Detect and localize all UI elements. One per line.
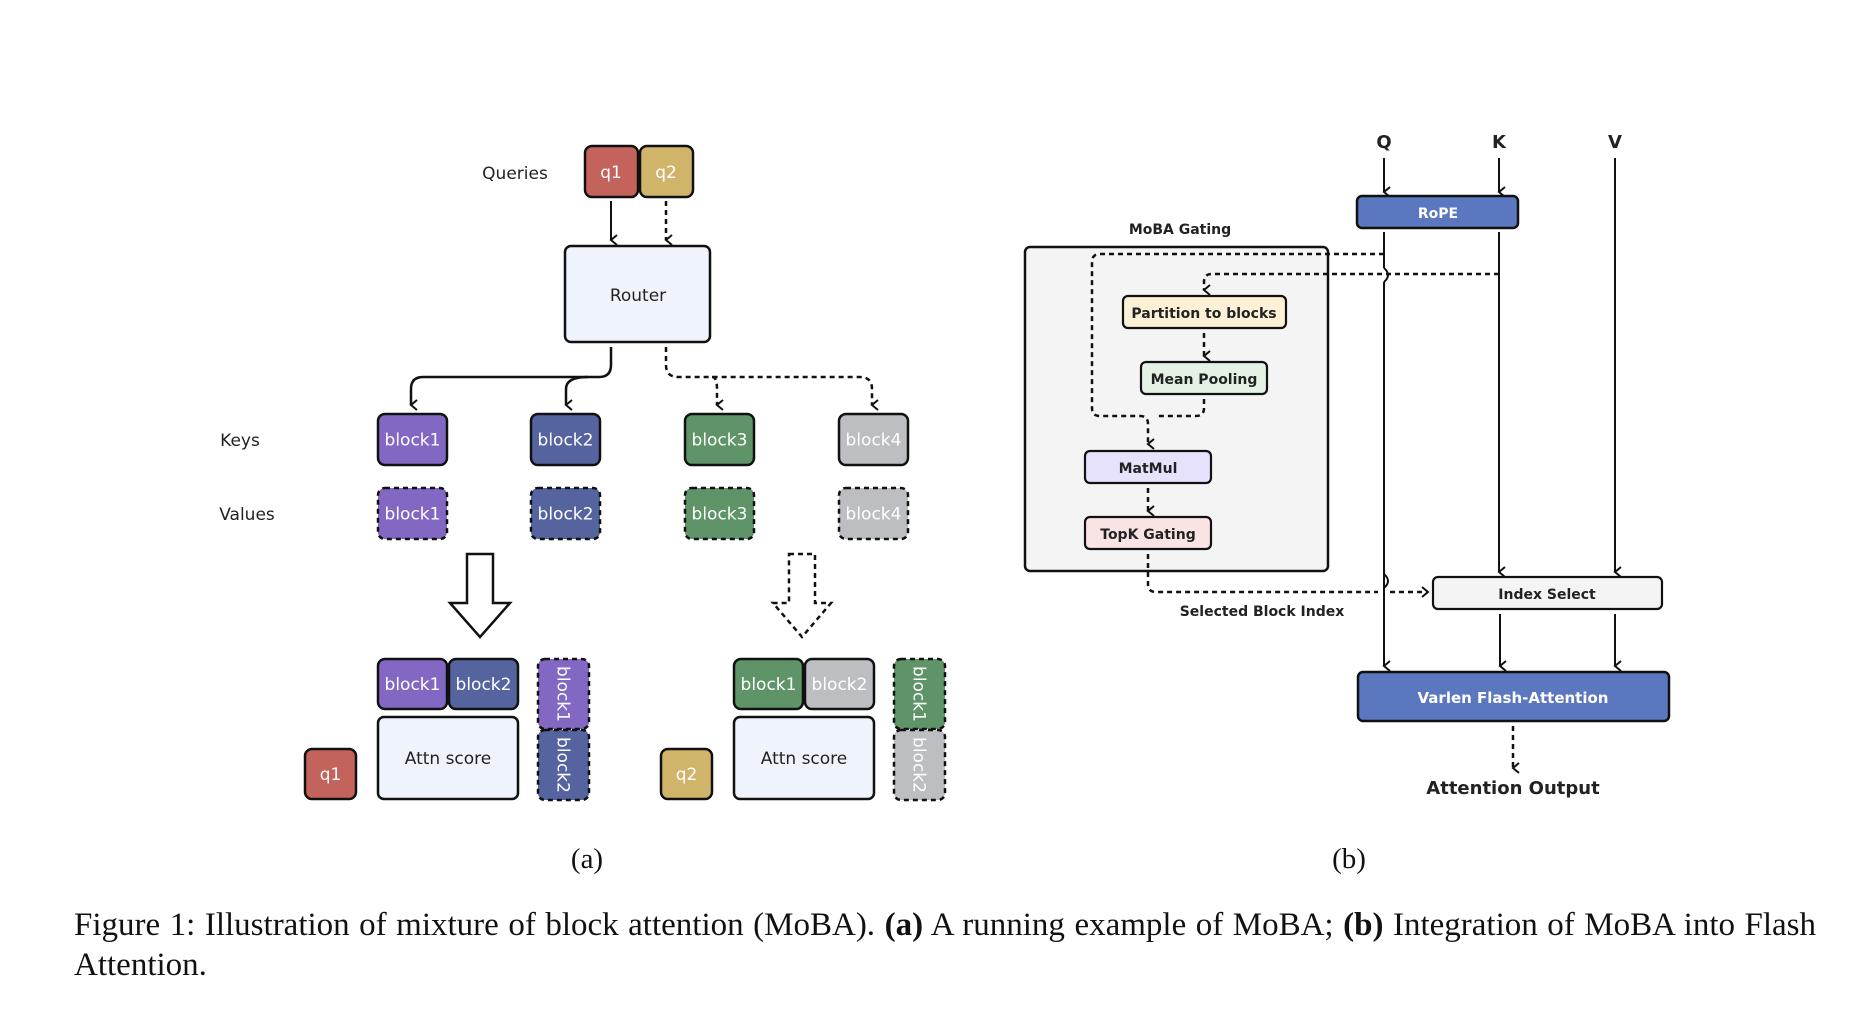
key-block-1-label: block1 — [385, 431, 441, 451]
panel-a: Queries q1 q2 Router Keys Values block1 b… — [219, 144, 947, 875]
result-q1-value-block-1: block1 — [536, 657, 591, 731]
value-block-2: block2 — [529, 486, 602, 541]
key-block-2: block2 — [529, 412, 602, 467]
result-q1-attn-score: Attn score — [376, 715, 520, 801]
attention-output-label: Attention Output — [1426, 778, 1600, 799]
selected-flow-arrow-dashed — [770, 552, 834, 639]
moba-figure: Queries q1 q2 Router Keys Values block1 b… — [219, 132, 1671, 875]
result-q1-value-block-2-label: block2 — [553, 737, 573, 793]
gating-step-partition: Partition to blocks — [1121, 294, 1288, 330]
result-q2-key-block-2: block2 — [803, 657, 876, 711]
selected-index-label: Selected Block Index — [1180, 604, 1345, 620]
panel-b: Q K V RoPE MoBA Gating Partition to bloc… — [1023, 132, 1671, 875]
key-block-3: block3 — [683, 412, 756, 467]
queries-label: Queries — [482, 164, 548, 184]
input-q-label: Q — [1376, 132, 1391, 153]
input-k-label: K — [1492, 132, 1507, 153]
value-block-2-label: block2 — [538, 505, 594, 525]
gating-step-mean-pooling-label: Mean Pooling — [1151, 372, 1258, 388]
result-q2-value-block-1: block1 — [892, 657, 947, 731]
result-q1-value-block-1-label: block1 — [553, 666, 573, 722]
gating-step-partition-label: Partition to blocks — [1131, 306, 1276, 322]
result-q2-attn-score-label: Attn score — [761, 749, 848, 769]
result-query-q1: q1 — [303, 747, 358, 801]
result-q1-key-block-1: block1 — [376, 657, 449, 711]
router-label: Router — [610, 286, 666, 306]
values-label: Values — [219, 505, 275, 525]
value-block-4: block4 — [837, 486, 910, 541]
value-block-4-label: block4 — [846, 505, 902, 525]
route-q2-block4 — [664, 347, 879, 411]
router-box: Router — [563, 244, 712, 344]
keys-row: block1 block2 block3 block4 — [376, 412, 910, 467]
gating-step-mean-pooling: Mean Pooling — [1139, 360, 1269, 396]
result-q1-key-block-1-label: block1 — [385, 675, 441, 695]
caption-a-text: A running example of MoBA; — [923, 907, 1344, 943]
key-block-3-label: block3 — [692, 431, 748, 451]
key-block-1: block1 — [376, 412, 449, 467]
index-select-box: Index Select — [1431, 575, 1664, 611]
keys-label: Keys — [220, 431, 260, 451]
result-q2: q2 block1 block2 Attn score block1 block2 — [659, 657, 947, 802]
selected-flow-arrow — [447, 552, 513, 639]
result-q1-key-block-2: block2 — [447, 657, 520, 711]
attention-results: q1 block1 block2 Attn score block1 block2 q2 bl… — [303, 657, 947, 802]
query-q2-label: q2 — [655, 163, 677, 183]
result-q2-value-block-2: block2 — [892, 728, 947, 802]
rope-label: RoPE — [1418, 206, 1458, 222]
figure-caption: Figure 1: Illustration of mixture of blo… — [74, 905, 1816, 985]
result-q1: q1 block1 block2 Attn score block1 block2 — [303, 657, 591, 802]
result-q2-value-block-1-label: block1 — [909, 666, 929, 722]
flash-attention-label: Varlen Flash-Attention — [1418, 689, 1609, 707]
flash-attention-box: Varlen Flash-Attention — [1356, 670, 1671, 723]
gating-title: MoBA Gating — [1129, 222, 1231, 238]
key-block-4: block4 — [837, 412, 910, 467]
route-q1-block2 — [564, 375, 589, 411]
result-q2-key-block-2-label: block2 — [812, 675, 868, 695]
route-q2-block3 — [711, 375, 724, 411]
subcaption-b: (b) — [1332, 843, 1366, 875]
result-q2-attn-score: Attn score — [732, 715, 876, 801]
result-q2-key-block-1: block1 — [732, 657, 805, 711]
result-query-q1-label: q1 — [320, 765, 342, 785]
gating-step-topk-label: TopK Gating — [1100, 527, 1195, 543]
result-q1-attn-score-label: Attn score — [405, 749, 492, 769]
caption-a-tag: (a) — [884, 907, 924, 943]
caption-prefix: Figure 1: Illustration of mixture of blo… — [74, 907, 885, 943]
query-q2: q2 — [638, 144, 695, 199]
values-row: block1 block2 block3 block4 — [376, 486, 910, 541]
index-select-label: Index Select — [1498, 587, 1596, 603]
value-block-3-label: block3 — [692, 505, 748, 525]
q-main-line — [1384, 232, 1388, 666]
result-query-q2-label: q2 — [676, 765, 698, 785]
query-q1-label: q1 — [600, 163, 622, 183]
subcaption-a: (a) — [571, 843, 603, 875]
value-block-3: block3 — [683, 486, 756, 541]
query-q1: q1 — [583, 144, 640, 199]
gating-step-matmul: MatMul — [1083, 449, 1213, 485]
rope-box: RoPE — [1355, 194, 1520, 230]
gating-step-matmul-label: MatMul — [1119, 461, 1178, 477]
input-v-label: V — [1608, 132, 1622, 153]
route-q1-block1 — [409, 347, 613, 411]
value-block-1: block1 — [376, 486, 449, 541]
result-q1-value-block-2: block2 — [536, 728, 591, 802]
gating-step-topk: TopK Gating — [1083, 515, 1213, 551]
key-block-4-label: block4 — [846, 431, 902, 451]
result-query-q2: q2 — [659, 747, 714, 801]
result-q1-key-block-2-label: block2 — [456, 675, 512, 695]
result-q2-value-block-2-label: block2 — [909, 737, 929, 793]
value-block-1-label: block1 — [385, 505, 441, 525]
key-block-2-label: block2 — [538, 431, 594, 451]
result-q2-key-block-1-label: block1 — [741, 675, 797, 695]
caption-b-tag: (b) — [1343, 907, 1384, 943]
